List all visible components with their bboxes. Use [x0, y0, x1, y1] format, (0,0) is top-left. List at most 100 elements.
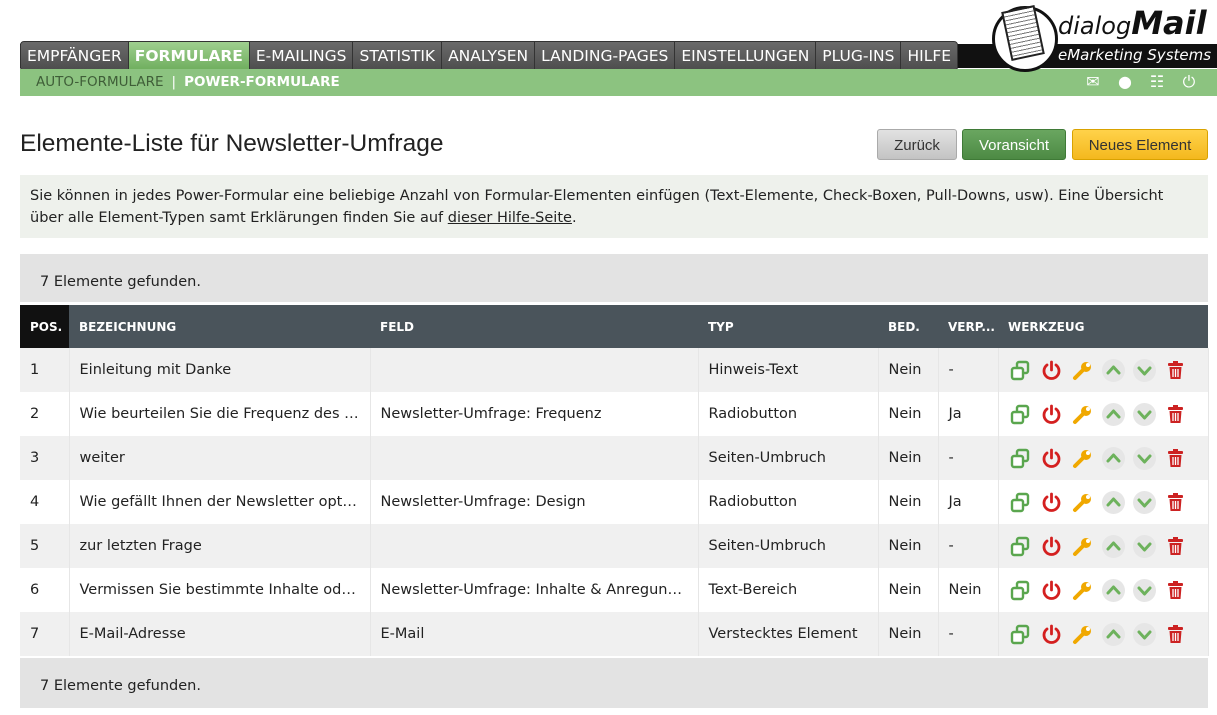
- power-icon[interactable]: [1040, 359, 1063, 382]
- arrow-down-icon[interactable]: [1132, 402, 1156, 426]
- help-page-link[interactable]: dieser Hilfe-Seite: [448, 210, 572, 226]
- row-tools: [1009, 446, 1198, 470]
- subnav-item-auto-formulare[interactable]: AUTO-FORMULARE: [36, 69, 164, 96]
- trash-icon[interactable]: [1164, 491, 1187, 514]
- cell-name[interactable]: Wie gefällt Ihnen der Newsletter optisc.…: [69, 480, 371, 524]
- nav-item-e-mailings[interactable]: E-MAILINGS: [249, 42, 354, 70]
- cell-hidden: -: [938, 348, 999, 392]
- cell-hidden: -: [938, 436, 999, 480]
- cell-tools: [998, 436, 1209, 480]
- col-tools-header: WERKZEUG: [998, 305, 1208, 348]
- col-required-header[interactable]: BED.: [878, 305, 938, 348]
- cell-type: Radiobutton: [698, 392, 879, 436]
- wrench-icon[interactable]: [1071, 623, 1094, 646]
- power-icon[interactable]: [1040, 623, 1063, 646]
- sitemap-icon[interactable]: ☷: [1147, 73, 1167, 91]
- cell-tools: [998, 392, 1209, 436]
- copy-icon[interactable]: [1009, 579, 1032, 602]
- wrench-icon[interactable]: [1071, 359, 1094, 382]
- col-type-header[interactable]: TYP: [698, 305, 878, 348]
- arrow-up-icon[interactable]: [1101, 402, 1125, 426]
- cell-pos: 1: [20, 348, 70, 392]
- cell-field: Newsletter-Umfrage: Frequenz: [370, 392, 699, 436]
- cell-req: Nein: [878, 436, 939, 480]
- wrench-icon[interactable]: [1071, 535, 1094, 558]
- back-button[interactable]: Zurück: [877, 129, 957, 160]
- col-hidden-header[interactable]: VERP...: [938, 305, 998, 348]
- trash-icon[interactable]: [1164, 623, 1187, 646]
- table-row: 5 zur letzten Frage Seiten-Umbruch Nein -: [20, 524, 1209, 568]
- user-icon[interactable]: ●: [1115, 73, 1135, 91]
- mail-icon[interactable]: ✉: [1083, 73, 1103, 91]
- cell-req: Nein: [878, 612, 939, 656]
- col-pos-header[interactable]: POS.: [20, 305, 69, 348]
- trash-icon[interactable]: [1164, 535, 1187, 558]
- cell-name[interactable]: E-Mail-Adresse: [69, 612, 371, 656]
- copy-icon[interactable]: [1009, 403, 1032, 426]
- arrow-down-icon[interactable]: [1132, 534, 1156, 558]
- wrench-icon[interactable]: [1071, 491, 1094, 514]
- cell-tools: [998, 348, 1209, 392]
- power-icon[interactable]: [1040, 579, 1063, 602]
- preview-button[interactable]: Voransicht: [962, 129, 1066, 160]
- col-field-header[interactable]: FELD: [370, 305, 698, 348]
- power-icon[interactable]: [1040, 447, 1063, 470]
- logout-icon[interactable]: ⏻: [1179, 73, 1199, 91]
- arrow-up-icon[interactable]: [1101, 446, 1125, 470]
- arrow-up-icon[interactable]: [1101, 622, 1125, 646]
- result-count-top: 7 Elemente gefunden.: [20, 254, 1208, 302]
- trash-icon[interactable]: [1164, 359, 1187, 382]
- cell-type: Hinweis-Text: [698, 348, 879, 392]
- cell-field: Newsletter-Umfrage: Design: [370, 480, 699, 524]
- cell-name[interactable]: weiter: [69, 436, 371, 480]
- nav-item-formulare[interactable]: FORMULARE: [128, 42, 250, 70]
- cell-type: Seiten-Umbruch: [698, 524, 879, 568]
- cell-name[interactable]: zur letzten Frage: [69, 524, 371, 568]
- copy-icon[interactable]: [1009, 623, 1032, 646]
- trash-icon[interactable]: [1164, 403, 1187, 426]
- arrow-down-icon[interactable]: [1132, 578, 1156, 602]
- col-name-header[interactable]: BEZEICHNUNG: [69, 305, 370, 348]
- copy-icon[interactable]: [1009, 447, 1032, 470]
- arrow-down-icon[interactable]: [1132, 622, 1156, 646]
- power-icon[interactable]: [1040, 491, 1063, 514]
- nav-item-statistik[interactable]: STATISTIK: [353, 42, 443, 70]
- dialogmail-logo: dialogMail eMarketing Systems: [992, 2, 1217, 74]
- logo-tagline: eMarketing Systems: [1058, 46, 1212, 64]
- row-tools: [1009, 402, 1198, 426]
- arrow-up-icon[interactable]: [1101, 534, 1125, 558]
- trash-icon[interactable]: [1164, 447, 1187, 470]
- nav-item-empfänger[interactable]: EMPFÄNGER: [21, 42, 129, 70]
- wrench-icon[interactable]: [1071, 579, 1094, 602]
- wrench-icon[interactable]: [1071, 447, 1094, 470]
- arrow-up-icon[interactable]: [1101, 490, 1125, 514]
- arrow-down-icon[interactable]: [1132, 358, 1156, 382]
- nav-item-analysen[interactable]: ANALYSEN: [442, 42, 536, 70]
- arrow-up-icon[interactable]: [1101, 578, 1125, 602]
- cell-name[interactable]: Wie beurteilen Sie die Frequenz des N...: [69, 392, 371, 436]
- cell-name[interactable]: Einleitung mit Danke: [69, 348, 371, 392]
- copy-icon[interactable]: [1009, 535, 1032, 558]
- cell-field: [370, 436, 699, 480]
- info-text-end: .: [571, 210, 577, 226]
- trash-icon[interactable]: [1164, 579, 1187, 602]
- arrow-down-icon[interactable]: [1132, 446, 1156, 470]
- wrench-icon[interactable]: [1071, 403, 1094, 426]
- new-element-button[interactable]: Neues Element: [1072, 129, 1208, 160]
- nav-item-einstellungen[interactable]: EINSTELLUNGEN: [675, 42, 817, 70]
- copy-icon[interactable]: [1009, 359, 1032, 382]
- cell-name[interactable]: Vermissen Sie bestimmte Inhalte oder ...: [69, 568, 371, 612]
- main-nav: EMPFÄNGER FORMULARE E-MAILINGS STATISTIK ANA…: [20, 41, 959, 71]
- row-tools: [1009, 578, 1198, 602]
- arrow-down-icon[interactable]: [1132, 490, 1156, 514]
- power-icon[interactable]: [1040, 535, 1063, 558]
- nav-item-plug-ins[interactable]: PLUG-INS: [816, 42, 902, 70]
- subnav-item-power-formulare[interactable]: POWER-FORMULARE: [184, 69, 340, 96]
- copy-icon[interactable]: [1009, 491, 1032, 514]
- arrow-up-icon[interactable]: [1101, 358, 1125, 382]
- cell-tools: [998, 524, 1209, 568]
- power-icon[interactable]: [1040, 403, 1063, 426]
- nav-item-hilfe[interactable]: HILFE: [901, 42, 958, 70]
- cell-pos: 3: [20, 436, 70, 480]
- nav-item-landing-pages[interactable]: LANDING-PAGES: [535, 42, 676, 70]
